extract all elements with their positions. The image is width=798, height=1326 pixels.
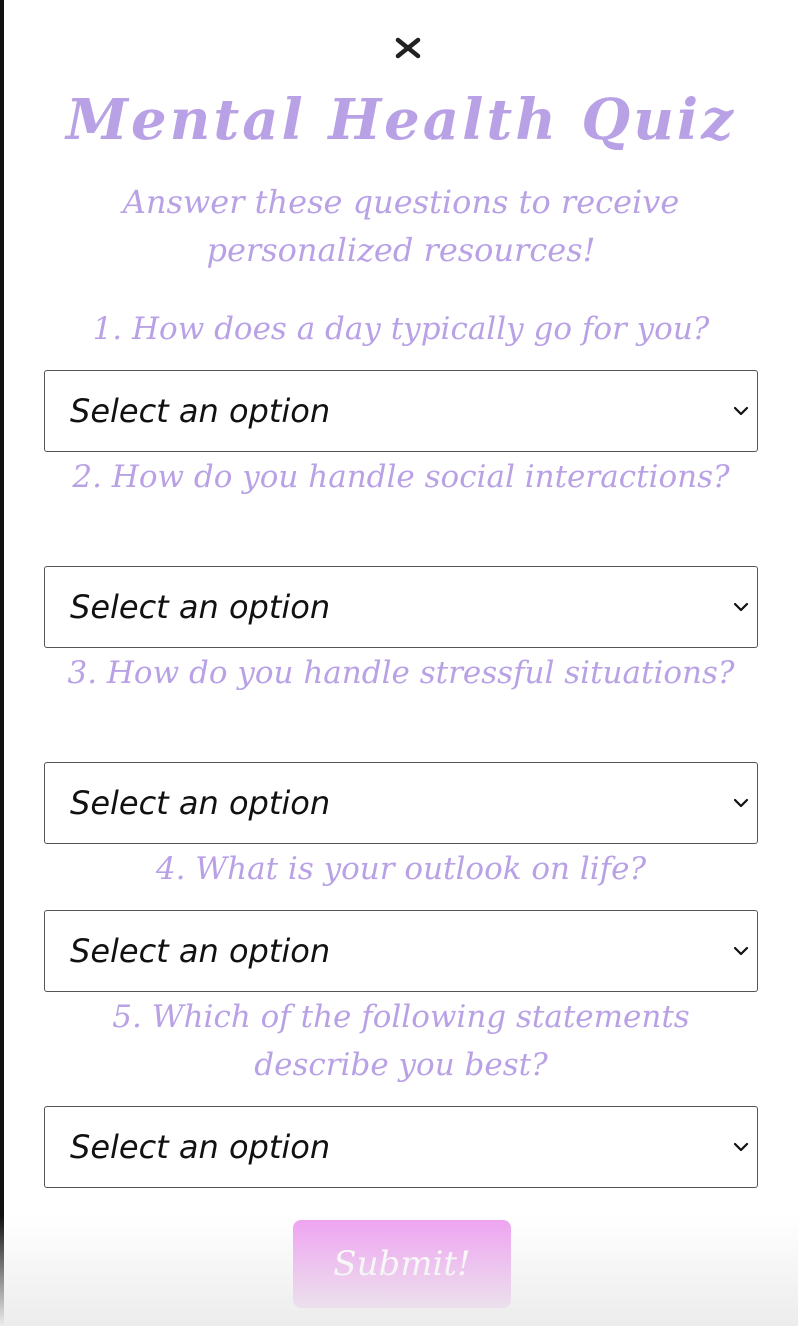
close-button[interactable] xyxy=(388,28,428,68)
chevron-down-icon xyxy=(733,1142,749,1152)
close-icon xyxy=(395,37,421,59)
question-1-select[interactable]: Select an option xyxy=(44,370,758,452)
question-2-selected-value: Select an option xyxy=(70,588,331,626)
question-1-selected-value: Select an option xyxy=(70,392,331,430)
question-4-selected-value: Select an option xyxy=(70,932,331,970)
quiz-subtitle: Answer these questions to receive person… xyxy=(122,183,680,269)
question-2-select[interactable]: Select an option xyxy=(44,566,758,648)
question-1-label: 1. How does a day typically go for you? xyxy=(92,311,710,347)
question-4-select[interactable]: Select an option xyxy=(44,910,758,992)
question-3-selected-value: Select an option xyxy=(70,784,331,822)
page: Mental Health Quiz Answer these question… xyxy=(0,0,798,1326)
question-2-label: 2. How do you handle social interactions… xyxy=(72,459,730,495)
question-3-label: 3. How do you handle stressful situation… xyxy=(67,655,735,691)
question-5-selected-value: Select an option xyxy=(70,1128,331,1166)
question-5-label: 5. Which of the following statements des… xyxy=(112,999,690,1083)
question-4-label: 4. What is your outlook on life? xyxy=(155,851,647,887)
question-5-select[interactable]: Select an option xyxy=(44,1106,758,1188)
chevron-down-icon xyxy=(733,798,749,808)
question-3-select[interactable]: Select an option xyxy=(44,762,758,844)
chevron-down-icon xyxy=(733,406,749,416)
chevron-down-icon xyxy=(733,946,749,956)
chevron-down-icon xyxy=(733,602,749,612)
quiz-title: Mental Health Quiz xyxy=(66,87,736,153)
submit-button[interactable]: Submit! xyxy=(293,1220,511,1308)
quiz-modal: Mental Health Quiz Answer these question… xyxy=(4,0,798,1326)
